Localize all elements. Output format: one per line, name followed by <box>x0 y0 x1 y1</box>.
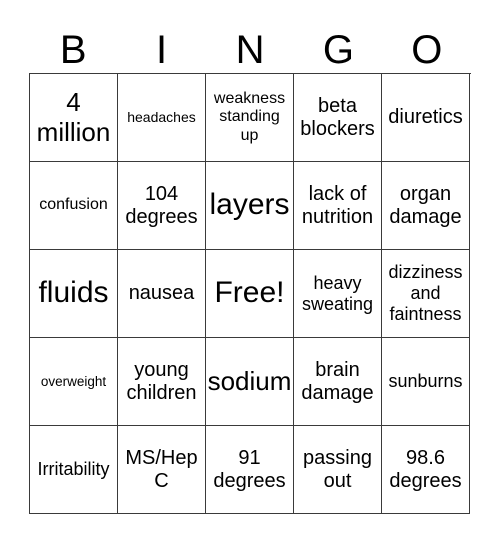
bingo-cell-text: sodium <box>207 365 292 396</box>
bingo-cell[interactable]: 4 million <box>30 74 118 162</box>
bingo-cell-text: sunburns <box>388 371 463 392</box>
bingo-cell-text: brain damage <box>301 358 374 404</box>
header-letter-n: N <box>235 28 265 72</box>
bingo-cell-text: 104 degrees <box>125 182 198 228</box>
bingo-cell[interactable]: Irritability <box>30 426 118 514</box>
bingo-cell[interactable]: weakness standing up <box>206 74 294 162</box>
bingo-cell-text: nausea <box>128 282 195 304</box>
bingo-cell-text: confusion <box>39 196 108 214</box>
header-letter-g: G <box>322 28 354 72</box>
bingo-cell-text: headaches <box>127 109 196 126</box>
bingo-cell-text: Free! <box>214 276 285 310</box>
bingo-cell[interactable]: organ damage <box>382 162 470 250</box>
bingo-cell[interactable]: lack of nutrition <box>294 162 382 250</box>
bingo-cell-text: 4 million <box>36 86 111 147</box>
bingo-cell[interactable]: diuretics <box>382 74 470 162</box>
bingo-cell[interactable]: fluids <box>30 250 118 338</box>
bingo-cell[interactable]: sodium <box>206 338 294 426</box>
bingo-cell[interactable]: young children <box>118 338 206 426</box>
bingo-header: B I N G O <box>29 28 471 73</box>
bingo-cell[interactable]: passing out <box>294 426 382 514</box>
bingo-cell[interactable]: confusion <box>30 162 118 250</box>
bingo-cell[interactable]: nausea <box>118 250 206 338</box>
bingo-cell[interactable]: headaches <box>118 74 206 162</box>
bingo-grid: 4 million headaches weakness standing up be… <box>29 73 471 514</box>
bingo-cell-text: diuretics <box>388 106 463 128</box>
bingo-cell-text: 91 degrees <box>213 446 286 492</box>
bingo-cell-text: fluids <box>38 276 109 310</box>
bingo-cell-text: passing out <box>303 446 372 492</box>
free-space-cell[interactable]: Free! <box>206 250 294 338</box>
bingo-cell[interactable]: 98.6 degrees <box>382 426 470 514</box>
bingo-cell-text: beta blockers <box>300 94 375 140</box>
bingo-cell-text: layers <box>209 188 290 222</box>
bingo-cell[interactable]: heavy sweating <box>294 250 382 338</box>
bingo-cell[interactable]: sunburns <box>382 338 470 426</box>
bingo-cell-text: MS/Hep C <box>125 446 198 492</box>
bingo-cell[interactable]: layers <box>206 162 294 250</box>
bingo-cell[interactable]: overweight <box>30 338 118 426</box>
bingo-cell[interactable]: dizziness and faintness <box>382 250 470 338</box>
header-letter-b: B <box>59 28 87 72</box>
bingo-cell-text: Irritability <box>37 459 110 480</box>
header-letter-o: O <box>411 28 443 72</box>
bingo-cell-text: heavy sweating <box>301 272 374 314</box>
bingo-cell[interactable]: MS/Hep C <box>118 426 206 514</box>
bingo-cell[interactable]: beta blockers <box>294 74 382 162</box>
bingo-cell[interactable]: 91 degrees <box>206 426 294 514</box>
bingo-cell-text: lack of nutrition <box>301 182 374 228</box>
bingo-cell[interactable]: 104 degrees <box>118 162 206 250</box>
bingo-cell[interactable]: brain damage <box>294 338 382 426</box>
bingo-cell-text: organ damage <box>389 182 462 228</box>
bingo-cell-text: dizziness and faintness <box>388 262 463 324</box>
bingo-cell-text: 98.6 degrees <box>389 446 462 492</box>
bingo-cell-text: young children <box>126 358 197 404</box>
header-letter-i: I <box>156 28 168 72</box>
bingo-cell-text: weakness standing up <box>213 89 286 144</box>
bingo-cell-text: overweight <box>40 373 107 389</box>
